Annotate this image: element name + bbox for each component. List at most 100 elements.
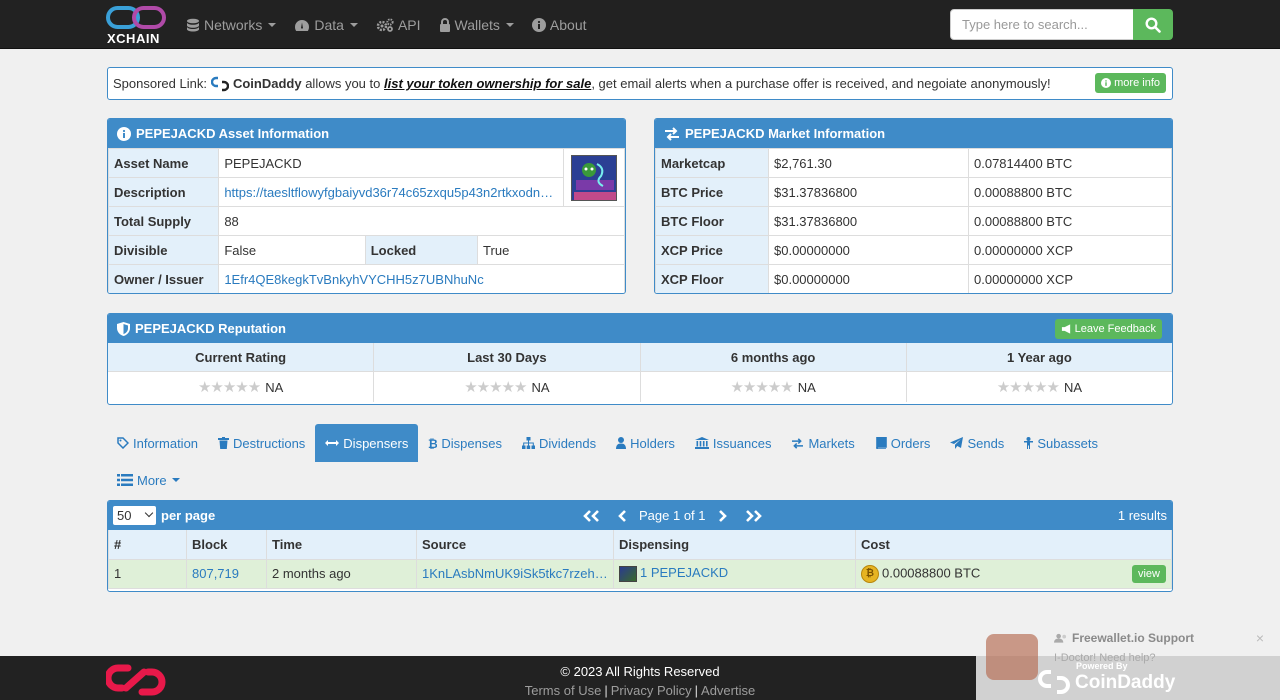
- tab-issuances[interactable]: Issuances: [685, 424, 782, 462]
- bitcoin-icon: ₿: [428, 437, 437, 449]
- tab-label: Subassets: [1037, 435, 1099, 451]
- asset-thumbnail-icon: [619, 565, 637, 582]
- nav-wallets[interactable]: Wallets: [439, 17, 514, 33]
- lock-icon: [439, 17, 450, 32]
- terms-link[interactable]: Terms of Use: [525, 683, 602, 698]
- last-page-icon[interactable]: [744, 509, 764, 522]
- view-button[interactable]: view: [1131, 564, 1166, 583]
- tab-destructions[interactable]: Destructions: [208, 424, 315, 462]
- market-row-label: BTC Floor: [655, 206, 769, 236]
- nav-data-label: Data: [314, 16, 344, 33]
- coindaddy-icon: [1038, 670, 1070, 694]
- per-page-select[interactable]: 50: [113, 506, 156, 525]
- pagination: Page 1 of 1: [573, 501, 772, 530]
- first-page-icon[interactable]: [581, 509, 601, 522]
- nav-data[interactable]: Data: [294, 17, 358, 33]
- source-address-link[interactable]: 1KnLAsbNmUK9iSk5tkc7rzehM7KuJ3qH6j: [422, 566, 608, 581]
- tab-dividends[interactable]: Dividends: [512, 424, 606, 462]
- powered-by-brand: CoinDaddy: [1075, 672, 1176, 693]
- tab-more-dropdown[interactable]: More: [107, 462, 190, 498]
- tab-label: Dispenses: [441, 435, 503, 451]
- tab-orders[interactable]: Orders: [865, 424, 941, 462]
- bank-icon: [694, 437, 709, 449]
- asset-thumbnail-cell: [563, 148, 625, 207]
- asset-name-label: Asset Name: [108, 148, 220, 178]
- owner-address-link[interactable]: 1Efr4QE8kegkTvBnkyhVYCHH5z7UBNhuNc: [224, 272, 483, 287]
- reputation-panel-header: PEPEJACKD Reputation Leave Feedback: [108, 314, 1172, 343]
- trash-icon: [218, 437, 230, 449]
- nav-about[interactable]: About: [531, 17, 587, 33]
- tab-label: Destructions: [233, 435, 306, 451]
- powered-by-coindaddy[interactable]: Powered By CoinDaddy: [1036, 658, 1176, 698]
- search-button[interactable]: [1133, 9, 1173, 40]
- xchain-logo[interactable]: XCHAIN: [106, 5, 170, 46]
- tab-dispenses[interactable]: ₿ Dispenses: [418, 424, 512, 462]
- rating-current: Current Rating ★★★★★ NA: [108, 343, 375, 402]
- reputation-grid: Current Rating ★★★★★ NA Last 30 Days ★★★★…: [108, 343, 1172, 402]
- per-page-label: per page: [161, 508, 216, 523]
- tab-dispensers[interactable]: Dispensers: [315, 424, 419, 462]
- tag-icon: [117, 437, 129, 449]
- market-row: XCP Floor $0.00000000 0.00000000 XCP: [655, 264, 1172, 293]
- tab-information[interactable]: Information: [107, 424, 208, 462]
- search-input[interactable]: Type here to search...: [950, 9, 1134, 40]
- rating-6-months: 6 months ago ★★★★★ NA: [640, 343, 907, 402]
- tab-label: Markets: [808, 435, 855, 451]
- privacy-link[interactable]: Privacy Policy: [611, 683, 692, 698]
- chat-avatar: [986, 634, 1038, 680]
- tab-label: Issuances: [712, 435, 772, 451]
- arrows-h-icon: [325, 440, 340, 446]
- column-header: Time: [266, 530, 417, 560]
- chevron-down-icon: [505, 22, 514, 27]
- dispensing-asset-link[interactable]: 1 PEPEJACKD: [640, 565, 728, 580]
- nav-api[interactable]: API: [376, 17, 421, 33]
- chat-close-button[interactable]: ×: [1256, 630, 1264, 646]
- asset-name-value: PEPEJACKD: [218, 148, 565, 178]
- description-link[interactable]: https://taesltflowyfgbaiyvd36r74c65zxqu5…: [224, 185, 558, 200]
- star-rating-icon: ★★★★★: [197, 379, 261, 396]
- asset-info-table: Asset Name PEPEJACKD Description https:/…: [108, 148, 625, 293]
- divisible-value: False: [218, 235, 366, 265]
- market-row-label: BTC Price: [655, 177, 769, 207]
- market-row-label: XCP Floor: [655, 264, 769, 293]
- results-count: 1 results: [1117, 508, 1167, 523]
- chevron-down-icon: [144, 508, 154, 518]
- market-row: BTC Price $31.37836800 0.00088800 BTC: [655, 177, 1172, 207]
- coindaddy-icon: [210, 76, 229, 91]
- rating-30-days: Last 30 Days ★★★★★ NA: [374, 343, 641, 402]
- asset-tabs: Information Destructions Dispensers ₿ Di…: [107, 424, 1173, 488]
- sponsor-link[interactable]: list your token ownership for sale: [384, 76, 591, 91]
- market-row-alt: 0.00088800 BTC: [968, 177, 1172, 207]
- chevron-down-icon: [268, 22, 277, 27]
- more-info-button[interactable]: more info: [1095, 73, 1166, 93]
- tab-label: Dividends: [539, 435, 597, 451]
- locked-value: True: [477, 235, 625, 265]
- prev-page-icon[interactable]: [617, 509, 627, 522]
- child-icon: [1024, 437, 1034, 449]
- gears-icon: [376, 17, 394, 32]
- nav-networks[interactable]: Networks: [186, 17, 277, 33]
- market-panel-title: PEPEJACKD Market Information: [685, 126, 886, 141]
- bullhorn-icon: [1061, 324, 1070, 334]
- advertise-link[interactable]: Advertise: [701, 683, 755, 698]
- next-page-icon[interactable]: [718, 509, 728, 522]
- market-panel-header: PEPEJACKD Market Information: [655, 119, 1172, 148]
- user-icon: [616, 437, 627, 449]
- market-information-panel: PEPEJACKD Market Information Marketcap $…: [654, 118, 1173, 294]
- tab-holders[interactable]: Holders: [606, 424, 685, 462]
- tab-sends[interactable]: Sends: [940, 424, 1014, 462]
- bitcoin-coin-icon: ₿: [861, 564, 879, 583]
- dashboard-icon: [295, 19, 310, 31]
- asset-image[interactable]: [571, 154, 618, 201]
- market-row-usd: $31.37836800: [768, 206, 969, 236]
- tab-label: Sends: [967, 435, 1005, 451]
- nav-api-label: API: [397, 16, 421, 33]
- tab-markets[interactable]: Markets: [781, 424, 864, 462]
- total-supply-value: 88: [218, 206, 625, 236]
- tab-label: Orders: [890, 435, 931, 451]
- info-circle-icon: [117, 126, 131, 141]
- leave-feedback-button[interactable]: Leave Feedback: [1054, 319, 1162, 339]
- block-link[interactable]: 807,719: [192, 566, 239, 581]
- tab-subassets[interactable]: Subassets: [1014, 424, 1108, 462]
- list-icon: [117, 474, 133, 486]
